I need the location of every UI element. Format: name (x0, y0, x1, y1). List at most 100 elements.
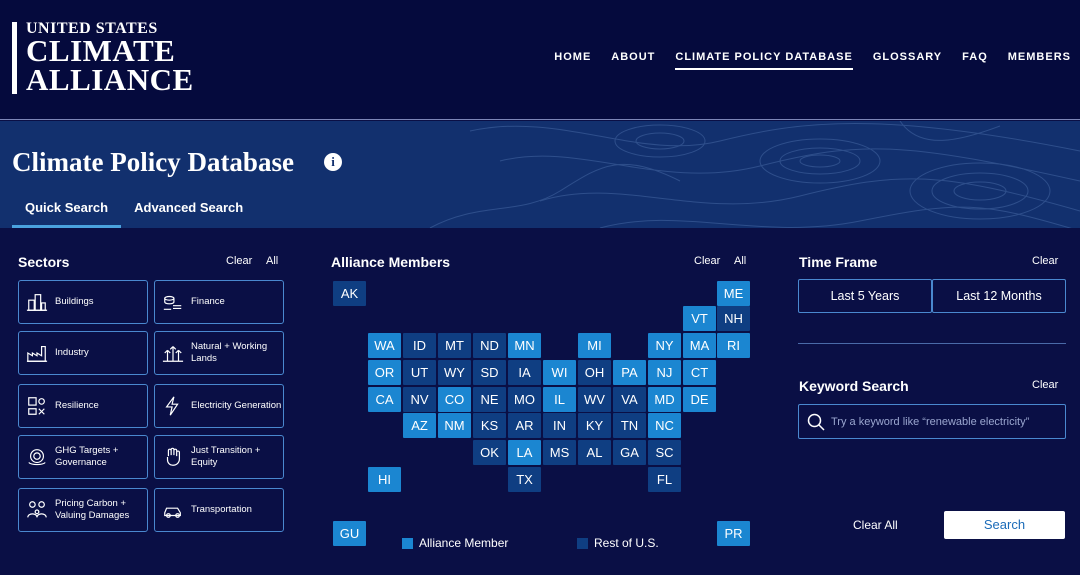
state-tile-pa[interactable]: PA (613, 360, 646, 385)
state-tile-ga[interactable]: GA (613, 440, 646, 465)
state-tile-nv[interactable]: NV (403, 387, 436, 412)
members-all-link[interactable]: All (734, 255, 746, 267)
state-tile-nh[interactable]: NH (717, 306, 750, 331)
state-tile-ia[interactable]: IA (508, 360, 541, 385)
legend-member-swatch (402, 537, 413, 549)
state-tile-ky[interactable]: KY (578, 413, 611, 438)
state-tile-de[interactable]: DE (683, 387, 716, 412)
state-tile-ri[interactable]: RI (717, 333, 750, 358)
sector-button-finance[interactable]: Finance (154, 280, 284, 324)
state-tile-wv[interactable]: WV (578, 387, 611, 412)
nav-faq[interactable]: FAQ (962, 51, 988, 70)
state-tile-ak[interactable]: AK (333, 281, 366, 306)
state-tile-mn[interactable]: MN (508, 333, 541, 358)
state-tile-tn[interactable]: TN (613, 413, 646, 438)
sector-button-ghg-targets-governance[interactable]: GHG Targets + Governance (18, 435, 148, 479)
state-tile-gu[interactable]: GU (333, 521, 366, 546)
state-tile-me[interactable]: ME (717, 281, 750, 306)
tab-quick-search[interactable]: Quick Search (12, 200, 122, 228)
buildings-icon (26, 294, 48, 311)
keyword-search-input[interactable] (831, 405, 1061, 438)
state-tile-vt[interactable]: VT (683, 306, 716, 331)
sectors-all-link[interactable]: All (266, 255, 278, 267)
sector-label: Just Transition + Equity (191, 445, 261, 468)
state-tile-oh[interactable]: OH (578, 360, 611, 385)
state-tile-id[interactable]: ID (403, 333, 436, 358)
state-tile-or[interactable]: OR (368, 360, 401, 385)
state-tile-pr[interactable]: PR (717, 521, 750, 546)
sector-button-transportation[interactable]: Transportation (154, 488, 284, 532)
fist-icon (166, 447, 181, 466)
last-5-years-button[interactable]: Last 5 Years (798, 279, 932, 313)
state-tile-mi[interactable]: MI (578, 333, 611, 358)
divider (798, 343, 1066, 344)
state-tile-sd[interactable]: SD (473, 360, 506, 385)
state-tile-ne[interactable]: NE (473, 387, 506, 412)
state-tile-mt[interactable]: MT (438, 333, 471, 358)
state-tile-ct[interactable]: CT (683, 360, 716, 385)
lightning-icon (165, 396, 179, 416)
nav-about[interactable]: ABOUT (611, 51, 655, 70)
state-tile-hi[interactable]: HI (368, 467, 401, 492)
state-tile-nd[interactable]: ND (473, 333, 506, 358)
clear-all-button[interactable]: Clear All (853, 518, 898, 532)
info-icon[interactable]: i (324, 153, 342, 171)
state-tile-wa[interactable]: WA (368, 333, 401, 358)
industry-icon (26, 345, 48, 362)
state-tile-nm[interactable]: NM (438, 413, 471, 438)
state-tile-sc[interactable]: SC (648, 440, 681, 465)
main-nav: HOME ABOUT CLIMATE POLICY DATABASE GLOSS… (534, 51, 1071, 70)
state-tile-al[interactable]: AL (578, 440, 611, 465)
alliance-logo[interactable]: UNITED STATES CLIMATE ALLIANCE (12, 21, 194, 95)
nav-home[interactable]: HOME (554, 51, 591, 70)
sector-button-natural-working-lands[interactable]: Natural + Working Lands (154, 331, 284, 375)
state-tile-ma[interactable]: MA (683, 333, 716, 358)
state-tile-az[interactable]: AZ (403, 413, 436, 438)
sector-button-resilience[interactable]: Resilience (18, 384, 148, 428)
state-tile-md[interactable]: MD (648, 387, 681, 412)
members-clear-link[interactable]: Clear (694, 255, 720, 267)
state-tile-nc[interactable]: NC (648, 413, 681, 438)
sector-label: Finance (191, 296, 225, 307)
state-tile-ks[interactable]: KS (473, 413, 506, 438)
search-button[interactable]: Search (944, 511, 1065, 539)
nav-climate-policy-database[interactable]: CLIMATE POLICY DATABASE (675, 51, 853, 70)
keyword-clear-link[interactable]: Clear (1032, 379, 1058, 391)
state-tile-il[interactable]: IL (543, 387, 576, 412)
legend-member-label: Alliance Member (419, 536, 509, 550)
state-tile-wi[interactable]: WI (543, 360, 576, 385)
sector-button-industry[interactable]: Industry (18, 331, 148, 375)
page-title: Climate Policy Database (12, 147, 294, 177)
state-tile-ok[interactable]: OK (473, 440, 506, 465)
sector-button-pricing-carbon-valuing-damages[interactable]: Pricing Carbon + Valuing Damages (18, 488, 148, 532)
sector-button-electricity-generation[interactable]: Electricity Generation (154, 384, 284, 428)
sector-button-just-transition-equity[interactable]: Just Transition + Equity (154, 435, 284, 479)
members-title: Alliance Members (331, 254, 451, 270)
state-tile-va[interactable]: VA (613, 387, 646, 412)
site-header: UNITED STATES CLIMATE ALLIANCE HOME ABOU… (0, 0, 1080, 120)
nav-glossary[interactable]: GLOSSARY (873, 51, 942, 70)
state-tile-ny[interactable]: NY (648, 333, 681, 358)
pricing-carbon-icon (27, 501, 47, 518)
state-tile-fl[interactable]: FL (648, 467, 681, 492)
timeframe-clear-link[interactable]: Clear (1032, 255, 1058, 267)
state-tile-ms[interactable]: MS (543, 440, 576, 465)
tab-advanced-search[interactable]: Advanced Search (121, 200, 256, 228)
state-tile-ut[interactable]: UT (403, 360, 436, 385)
state-tile-ca[interactable]: CA (368, 387, 401, 412)
sectors-clear-link[interactable]: Clear (226, 255, 252, 267)
state-tile-tx[interactable]: TX (508, 467, 541, 492)
state-tile-ar[interactable]: AR (508, 413, 541, 438)
legend-rest-label: Rest of U.S. (594, 536, 659, 550)
state-tile-in[interactable]: IN (543, 413, 576, 438)
state-tile-co[interactable]: CO (438, 387, 471, 412)
sector-button-buildings[interactable]: Buildings (18, 280, 148, 324)
state-tile-nj[interactable]: NJ (648, 360, 681, 385)
state-tile-mo[interactable]: MO (508, 387, 541, 412)
last-12-months-button[interactable]: Last 12 Months (932, 279, 1066, 313)
state-tile-wy[interactable]: WY (438, 360, 471, 385)
nav-members[interactable]: MEMBERS (1008, 51, 1071, 70)
sector-label: Electricity Generation (191, 400, 282, 411)
state-tile-la[interactable]: LA (508, 440, 541, 465)
keyword-search-box (798, 404, 1066, 439)
